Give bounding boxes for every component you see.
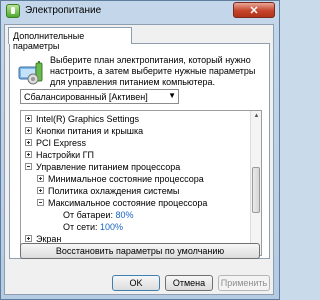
expand-icon[interactable] [25,127,32,134]
description-text: Выберите план электропитания, который ну… [50,55,256,87]
close-button[interactable]: ✕ [233,2,275,18]
tree-item-label: Настройки ГП [36,150,94,160]
expand-icon[interactable] [25,151,32,158]
power-plan-dropdown[interactable]: Сбалансированный [Активен] ▼ [20,89,179,104]
ok-button[interactable]: OK [112,275,160,291]
tree-item-label: PCI Express [36,138,87,148]
expand-icon[interactable] [37,187,44,194]
window-title: Электропитание [25,5,102,16]
tree-item-plugged-in[interactable]: От сети: 100% [63,221,123,233]
expand-icon[interactable] [25,115,32,122]
settings-tree: Intel(R) Graphics Settings Кнопки питани… [20,110,262,256]
expand-icon[interactable] [25,139,32,146]
power-options-icon [6,4,20,18]
apply-button[interactable]: Применить [218,275,270,291]
chevron-down-icon: ▼ [168,91,176,100]
tree-item-label: Intel(R) Graphics Settings [36,114,140,124]
cancel-button[interactable]: Отмена [165,275,213,291]
tree-item-label: Управление питанием процессора [36,162,181,172]
tree-item-label: Политика охлаждения системы [48,186,180,196]
expand-icon[interactable] [25,235,32,242]
expand-icon[interactable] [37,175,44,182]
scroll-up-arrow-icon[interactable]: ▲ [251,111,261,122]
collapse-icon[interactable] [25,163,32,170]
collapse-icon[interactable] [37,199,44,206]
vertical-scrollbar[interactable]: ▲ ▼ [250,111,261,255]
power-plan-selected: Сбалансированный [Активен] [24,92,148,102]
tree-item-label: Максимальное состояние процессора [48,198,208,208]
tree-item-label: Кнопки питания и крышка [36,126,144,136]
tab-advanced-settings[interactable]: Дополнительные параметры [8,27,132,51]
tree-item-label: Минимальное состояние процессора [48,174,204,184]
title-bar[interactable]: Электропитание ✕ [1,1,279,21]
setting-value[interactable]: 80% [115,210,133,220]
power-plan-icon [18,61,43,85]
setting-value[interactable]: 100% [100,222,123,232]
scrollbar-thumb[interactable] [252,167,260,213]
tree-item-on-battery[interactable]: От батареи: 80% [63,209,133,221]
setting-label: От сети: [63,222,98,232]
restore-defaults-button[interactable]: Восстановить параметры по умолчанию [20,243,260,259]
setting-label: От батареи: [63,210,113,220]
